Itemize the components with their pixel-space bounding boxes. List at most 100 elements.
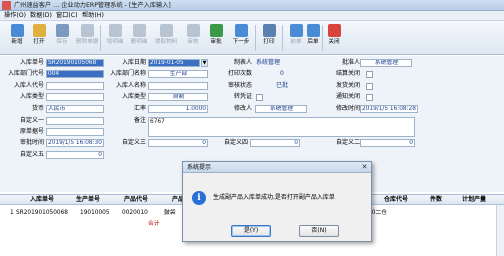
settle-closed-checkbox[interactable] [366,71,373,78]
person-code-field[interactable] [46,82,104,90]
dept-code-field[interactable]: 004 [46,70,104,78]
custom2-field[interactable]: 0 [360,139,415,147]
next-doc-button[interactable]: 后单 [302,23,324,53]
dept-name-label: 入库部门名称 [109,70,146,77]
delete-detail-button[interactable]: 删明细 [128,23,150,53]
custom3-label: 自定义三 [121,139,146,146]
col-product-code[interactable]: 产品代号 [124,195,148,205]
modifier-label: 修改人 [233,105,252,112]
custom1-field[interactable] [46,117,104,125]
approve-button[interactable]: 审批 [205,23,227,53]
col-qty[interactable]: 件数 [430,195,442,205]
approver-label: 批准人 [341,59,360,66]
menu-bar: 操作(O) 数据(D) 窗口(C) 帮助(H) [0,11,504,21]
menu-window[interactable]: 窗口(C) [56,11,78,21]
close-button[interactable]: 关闭 [323,23,345,53]
delete-icon [80,24,94,37]
extract-material-button[interactable]: 提取物料 [155,23,177,53]
person-name-field[interactable] [148,82,208,90]
toolbar-separator [255,25,256,51]
grid-scrollbar[interactable] [496,205,504,256]
col-warehouse-code[interactable]: 仓库代号 [384,195,408,205]
print-button[interactable]: 打印 [258,23,280,53]
custom3-field[interactable]: 0 [148,139,208,147]
modify-time-field[interactable]: 2019/1/5 16:08:28 [360,105,418,113]
menu-operate[interactable]: 操作(O) [4,11,26,21]
row-number: 1 [10,210,14,216]
delete-doc-button[interactable]: 删除单据 [76,23,98,53]
modifier-field[interactable]: 系统管理 [255,105,307,113]
rate-label: 汇率 [133,105,146,112]
class-field[interactable]: 自制 [148,93,208,101]
settle-closed-label: 结算关闭 [335,70,360,77]
col-planned-output[interactable]: 计划产量 [462,195,486,205]
dept-name-field[interactable]: 生产部 [148,70,208,78]
next-step-icon [234,24,248,37]
total-row-label: 合计 [148,221,160,227]
date-field[interactable]: 2019-01-05 [148,59,200,67]
doc-type-field[interactable] [46,93,104,101]
print-count-label: 打印次数 [227,70,252,77]
rate-field[interactable]: 1.0000 [148,105,208,113]
menu-data[interactable]: 数据(D) [30,11,52,21]
open-button[interactable]: 打开 [28,23,50,53]
row-doc-no: SR201901050068 [16,210,68,216]
col-prod-no[interactable]: 生产单号 [76,195,100,205]
dept-code-label: 入库部门代号 [7,70,44,77]
chevron-down-icon[interactable]: ▼ [201,59,208,67]
add-detail-button[interactable]: 增明细 [104,23,126,53]
audit-icon [186,24,200,37]
no-button[interactable]: 否(N) [299,225,339,237]
audit-status-label: 审核状态 [227,82,252,89]
yes-button[interactable]: 是(Y) [231,225,271,237]
folder-icon [32,24,46,37]
person-code-label: 入库人代号 [13,82,44,89]
remark-textarea[interactable]: 6767 [148,117,415,137]
person-name-label: 入库人名称 [115,82,146,89]
next-step-button[interactable]: 下一步 [230,23,252,53]
doc-type-label: 入库类型 [19,93,44,100]
save-icon [55,24,69,37]
custom4-label: 自定义四 [223,139,248,146]
row-prod-no: 19010005 [80,210,110,216]
currency-label: 货币 [31,105,44,112]
new-icon [10,24,24,37]
col-doc-no[interactable]: 入库单号 [30,195,54,205]
dialog-close-icon[interactable]: ✕ [360,163,369,171]
save-button[interactable]: 保存 [51,23,73,53]
toolbar-separator [100,25,101,51]
add-row-icon [108,24,122,37]
transfer-checkbox[interactable] [256,94,263,101]
custom1-label: 自定义一 [19,117,44,124]
window-title-bar: 广州速益客户 … 企业动力ERP管理系统 - [生产入库输入] [0,0,504,11]
notify-closed-label: 通知关闭 [335,93,360,100]
date-label: 入库日期 [121,59,146,66]
maker-label: 制表人 [233,59,252,66]
info-icon: i [192,191,206,205]
custom4-field[interactable]: 0 [250,139,300,147]
arrow-left-icon [289,24,303,37]
app-icon [2,1,11,10]
currency-field[interactable]: 人民币 [46,105,104,113]
class-label: 入库类型 [121,93,146,100]
window-title: 广州速益客户 … 企业动力ERP管理系统 - [生产入库输入] [14,2,171,9]
menu-help[interactable]: 帮助(H) [82,11,104,21]
invoice-closed-checkbox[interactable] [366,83,373,90]
notify-closed-checkbox[interactable] [366,94,373,101]
dialog-message: 生成副产品入库单成功,是否打开副产品入库单 [213,194,335,201]
audit-button[interactable]: 审核 [182,23,204,53]
custom5-label: 自定义五 [19,151,44,158]
modify-time-label: 修改时间 [335,105,360,112]
row-product-code: 0020010 [122,210,148,216]
doc-no-field[interactable]: SR20190105068 [46,59,104,67]
remark-label: 备注 [133,117,146,124]
audit-time-field[interactable]: 2019/1/5 16:08:30 [46,139,104,147]
audit-status-value: 已批 [276,82,289,89]
dialog-title: 系统提示 [183,162,371,173]
original-no-label: 原单据号 [19,128,44,135]
approver-field[interactable]: 系统管理 [360,59,412,67]
new-button[interactable]: 新增 [6,23,28,53]
approve-icon [209,24,223,37]
original-no-field[interactable] [46,128,104,136]
custom5-field[interactable]: 0 [46,151,104,159]
